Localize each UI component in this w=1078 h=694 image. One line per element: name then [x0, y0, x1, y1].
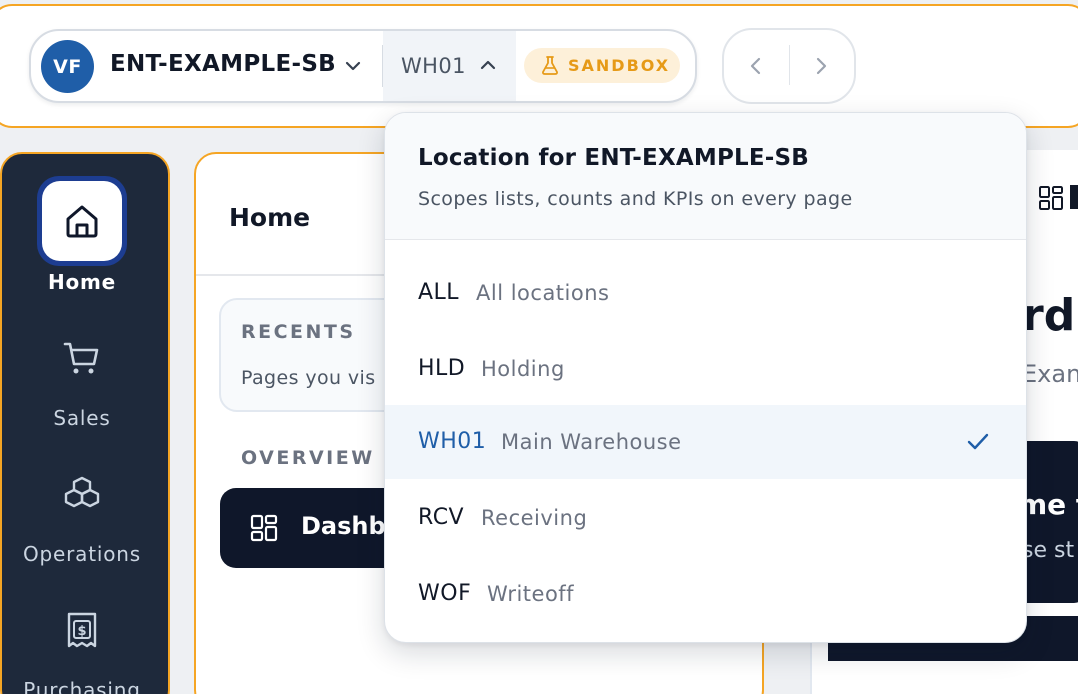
rail-item-home-label[interactable]: Home — [0, 270, 164, 294]
location-name: Main Warehouse — [501, 430, 682, 454]
dropdown-header: Location for ENT-EXAMPLE-SB Scopes lists… — [385, 113, 1026, 240]
location-name: Holding — [481, 357, 565, 381]
grid-icon — [1039, 186, 1063, 210]
chevron-left-icon[interactable] — [744, 53, 768, 79]
chevron-up-icon[interactable] — [477, 55, 499, 75]
recents-subtitle: Pages you vis — [241, 367, 376, 389]
sandbox-label: SANDBOX — [568, 56, 671, 75]
check-icon — [967, 433, 989, 450]
dropdown-title: Location for ENT-EXAMPLE-SB — [418, 145, 810, 171]
grid-icon[interactable] — [249, 513, 279, 543]
welcome-card-title: me t — [1018, 488, 1078, 521]
location-option-wh01[interactable]: WH01 Main Warehouse — [385, 405, 1026, 479]
rail-item-operations-label[interactable]: Operations — [0, 542, 164, 566]
avatar[interactable]: VF — [41, 40, 94, 93]
welcome-card-subtitle: se st — [1022, 538, 1075, 563]
cart-icon[interactable] — [62, 338, 102, 378]
location-code: RCV — [418, 505, 465, 530]
location-option-wof[interactable]: WOF Writeoff — [385, 557, 1026, 631]
dashboard-subtitle: Exan — [1022, 360, 1078, 388]
location-name: All locations — [476, 281, 610, 305]
org-name[interactable]: ENT-EXAMPLE-SB — [110, 51, 336, 77]
location-code: WH01 — [418, 429, 487, 454]
chevron-down-icon[interactable] — [343, 57, 363, 75]
location-code: HLD — [418, 356, 466, 381]
home-icon[interactable] — [62, 201, 102, 241]
page-title: Home — [229, 203, 311, 232]
location-option-rcv[interactable]: RCV Receiving — [385, 481, 1026, 555]
location-option-hld[interactable]: HLD Holding — [385, 332, 1026, 406]
nav-item-dashboard-label[interactable]: Dashb — [301, 512, 386, 540]
truncated-tab-label — [1070, 185, 1078, 209]
location-code: WOF — [418, 581, 472, 606]
location-code: ALL — [418, 280, 460, 305]
overview-section-label: OVERVIEW — [241, 447, 375, 469]
rail-item-sales-label[interactable]: Sales — [0, 406, 164, 430]
recents-title: RECENTS — [241, 321, 356, 343]
boxes-icon[interactable] — [62, 474, 102, 514]
rail-item-purchasing-label[interactable]: Purchasing — [0, 678, 164, 694]
chevron-right-icon[interactable] — [809, 53, 833, 79]
location-dropdown: Location for ENT-EXAMPLE-SB Scopes lists… — [384, 112, 1027, 643]
location-option-all[interactable]: ALL All locations — [385, 256, 1026, 330]
dropdown-subtitle: Scopes lists, counts and KPIs on every p… — [418, 188, 853, 210]
location-name: Receiving — [481, 506, 588, 530]
flask-icon — [542, 56, 558, 75]
location-name: Writeoff — [487, 582, 575, 606]
receipt-icon[interactable]: $ — [62, 610, 102, 650]
svg-text:$: $ — [77, 624, 86, 639]
location-current-label[interactable]: WH01 — [401, 54, 466, 78]
divider — [789, 45, 790, 85]
dashboard-heading: rd — [1022, 290, 1076, 341]
